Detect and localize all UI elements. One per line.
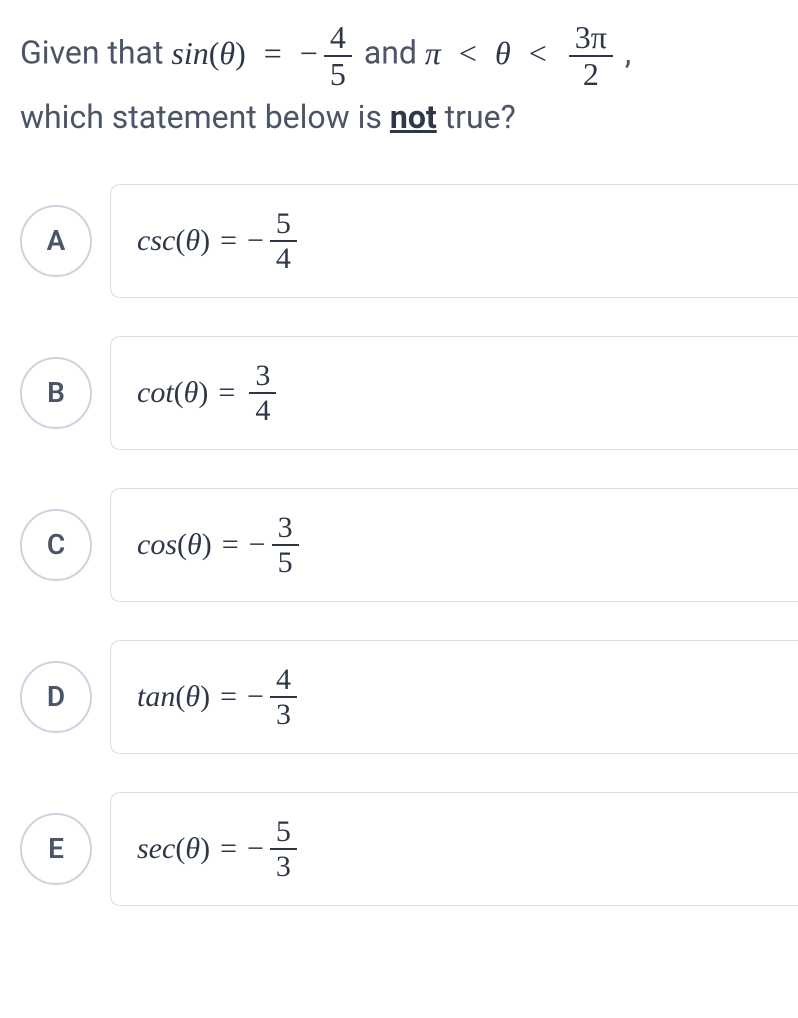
option-circle-d[interactable]: D: [20, 661, 92, 733]
option-box-b[interactable]: cot(θ)=34: [110, 336, 798, 450]
option-circle-a[interactable]: A: [20, 205, 92, 277]
question-line2-pre: which statement below is: [20, 98, 390, 136]
option-math: sec(θ)=−53: [137, 815, 301, 883]
option-box-e[interactable]: sec(θ)=−53: [110, 792, 798, 906]
option-circle-b[interactable]: B: [20, 357, 92, 429]
question-mid: and: [364, 34, 425, 72]
option-row-d: Dtan(θ)=−43: [20, 640, 798, 754]
option-math: cos(θ)=−35: [137, 511, 303, 579]
option-math: csc(θ)=−54: [137, 207, 301, 275]
option-math: tan(θ)=−43: [137, 663, 301, 731]
option-row-a: Acsc(θ)=−54: [20, 184, 798, 298]
question-prefix: Given that: [20, 34, 171, 72]
question-not: not: [390, 98, 437, 136]
question-math-sin: sin(θ) = −45: [171, 35, 363, 71]
option-row-b: Bcot(θ)=34: [20, 336, 798, 450]
question-text: Given that sin(θ) = −45 and π < θ < 3π2 …: [20, 20, 798, 144]
option-row-e: Esec(θ)=−53: [20, 792, 798, 906]
option-circle-c[interactable]: C: [20, 509, 92, 581]
question-line2-post: true?: [437, 98, 516, 136]
question-math-range: π < θ < 3π2: [425, 35, 625, 71]
option-box-a[interactable]: csc(θ)=−54: [110, 184, 798, 298]
options-list: Acsc(θ)=−54 Bcot(θ)=34 Ccos(θ)=−35 Dtan(θ)=…: [20, 184, 798, 906]
option-box-c[interactable]: cos(θ)=−35: [110, 488, 798, 602]
option-row-c: Ccos(θ)=−35: [20, 488, 798, 602]
option-box-d[interactable]: tan(θ)=−43: [110, 640, 798, 754]
option-circle-e[interactable]: E: [20, 813, 92, 885]
question-comma: ,: [625, 34, 631, 72]
option-math: cot(θ)=34: [137, 359, 280, 427]
